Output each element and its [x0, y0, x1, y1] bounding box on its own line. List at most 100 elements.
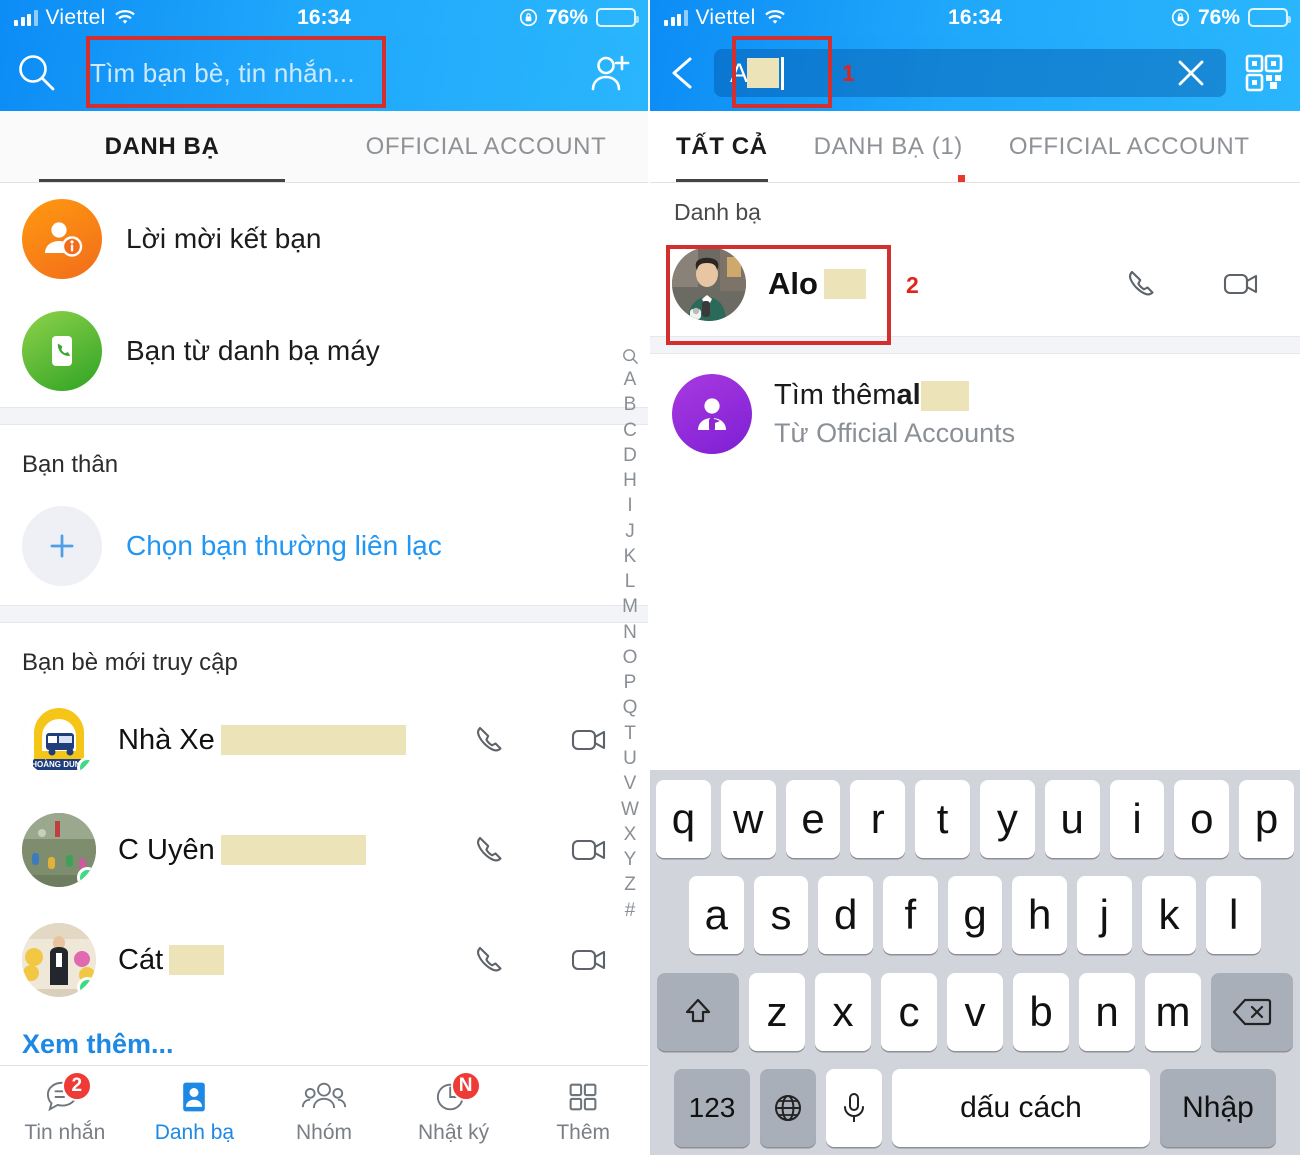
key-s[interactable]: s: [753, 876, 809, 955]
alpha-index-letter[interactable]: L: [625, 569, 636, 594]
back-chevron-icon[interactable]: [664, 52, 704, 94]
search-icon[interactable]: [16, 52, 58, 94]
tab-danh-ba[interactable]: DANH BẠ (1): [814, 111, 963, 182]
add-friend-icon[interactable]: [588, 51, 632, 95]
alpha-index-letter[interactable]: U: [623, 746, 637, 771]
contact-row[interactable]: HOÀNG DUNG Nhà Xe: [0, 685, 648, 795]
key-w[interactable]: w: [720, 780, 776, 858]
key-k[interactable]: k: [1141, 876, 1197, 955]
nav-item-more[interactable]: Thêm: [518, 1077, 648, 1145]
alpha-index-letter[interactable]: X: [624, 822, 637, 847]
alpha-index-letter[interactable]: Y: [624, 847, 637, 872]
phone-icon[interactable]: [1124, 267, 1166, 301]
key-x[interactable]: x: [815, 972, 871, 1051]
key-i[interactable]: i: [1109, 780, 1165, 858]
key-m[interactable]: m: [1145, 972, 1201, 1051]
key-v[interactable]: v: [947, 972, 1003, 1051]
alpha-index-letter[interactable]: V: [624, 771, 637, 796]
key-enter[interactable]: Nhập: [1160, 1068, 1276, 1147]
key-r[interactable]: r: [850, 780, 906, 858]
microphone-icon[interactable]: [826, 1068, 882, 1147]
key-u[interactable]: u: [1044, 780, 1100, 858]
official-account-search-row[interactable]: Tìm thêm al Từ Official Accounts: [650, 354, 1300, 474]
shift-icon[interactable]: [657, 972, 739, 1051]
alpha-index-letter[interactable]: B: [624, 392, 637, 417]
key-d[interactable]: d: [818, 876, 873, 955]
key-h[interactable]: h: [1012, 876, 1068, 955]
contact-row[interactable]: Cát: [0, 905, 648, 1015]
close-x-icon[interactable]: [1172, 54, 1210, 92]
online-status-dot: [77, 977, 96, 997]
tab-danh-ba[interactable]: DANH BẠ: [0, 111, 324, 182]
alpha-index-letter[interactable]: Z: [624, 872, 636, 897]
video-camera-icon[interactable]: [1220, 267, 1262, 301]
key-c[interactable]: c: [881, 972, 937, 1051]
video-camera-icon[interactable]: [568, 833, 610, 867]
key-o[interactable]: o: [1174, 780, 1230, 858]
search-icon[interactable]: [622, 348, 639, 365]
alpha-index-letter[interactable]: D: [623, 443, 637, 468]
globe-icon[interactable]: [760, 1068, 816, 1147]
phone-icon[interactable]: [472, 723, 514, 757]
alpha-index-letter[interactable]: M: [622, 594, 638, 619]
contact-result-row[interactable]: Alo: [650, 232, 1300, 336]
alpha-index-letter[interactable]: T: [624, 721, 636, 746]
key-l[interactable]: l: [1206, 876, 1262, 955]
search-input[interactable]: Tìm bạn bè, tin nhắn...: [72, 58, 574, 89]
backspace-icon[interactable]: [1211, 972, 1293, 1051]
tab-label: TẤT CẢ: [676, 132, 768, 160]
alpha-index-letter[interactable]: W: [621, 797, 639, 822]
alpha-index-letter[interactable]: K: [624, 544, 637, 569]
video-camera-icon[interactable]: [568, 723, 610, 757]
tab-official-account[interactable]: OFFICIAL ACCOUNT: [324, 111, 648, 182]
redacted-query-part: [747, 58, 780, 88]
key-q[interactable]: q: [656, 780, 711, 858]
alpha-index-letter[interactable]: C: [623, 418, 637, 443]
key-space[interactable]: dấu cách: [892, 1068, 1150, 1147]
alpha-index-letter[interactable]: I: [627, 493, 632, 518]
alpha-index-letter[interactable]: P: [624, 670, 637, 695]
nav-item-diary[interactable]: N Nhật ký: [389, 1070, 519, 1145]
redacted-name-part: [220, 725, 406, 755]
contact-row[interactable]: C Uyên: [0, 795, 648, 905]
status-bar-right: Viettel 16:34 76%: [650, 0, 1300, 35]
contact-name-text: C Uyên: [118, 833, 215, 866]
key-j[interactable]: j: [1077, 876, 1132, 955]
key-g[interactable]: g: [947, 876, 1003, 955]
key-e[interactable]: e: [785, 780, 841, 858]
phone-icon[interactable]: [472, 833, 514, 867]
video-camera-icon[interactable]: [568, 943, 610, 977]
key-a[interactable]: a: [688, 876, 744, 955]
alpha-index-letter[interactable]: J: [625, 519, 635, 544]
menu-item-friend-requests[interactable]: Lời mời kết bạn: [0, 183, 648, 295]
redacted-name-part: [169, 945, 225, 975]
alpha-index-letter[interactable]: O: [623, 645, 638, 670]
phone-icon[interactable]: [472, 943, 514, 977]
tab-official-account[interactable]: OFFICIAL ACCOUNT: [1009, 111, 1250, 182]
key-f[interactable]: f: [883, 876, 938, 955]
key-b[interactable]: b: [1013, 972, 1069, 1051]
key-y[interactable]: y: [980, 780, 1035, 858]
alpha-index-letter[interactable]: A: [624, 367, 637, 392]
contact-name: Cát: [118, 944, 225, 977]
key-p[interactable]: p: [1239, 780, 1294, 858]
qr-code-icon[interactable]: [1242, 51, 1286, 95]
nav-item-messages[interactable]: 2 Tin nhắn: [0, 1070, 130, 1145]
alpha-index-letter[interactable]: Q: [623, 695, 638, 720]
nav-item-contacts[interactable]: Danh bạ: [130, 1077, 260, 1145]
search-input[interactable]: Alo: [714, 49, 1226, 97]
tab-tat-ca[interactable]: TẤT CẢ: [676, 111, 768, 182]
key-z[interactable]: z: [749, 972, 805, 1051]
result-divider: [650, 336, 1300, 354]
alpha-index-letter[interactable]: #: [625, 898, 636, 923]
nav-item-groups[interactable]: Nhóm: [259, 1077, 389, 1145]
alpha-index-letter[interactable]: N: [623, 620, 637, 645]
add-favorite-contact-row[interactable]: Chọn bạn thường liên lạc: [0, 487, 648, 605]
menu-item-phonebook-friends[interactable]: Bạn từ danh bạ máy: [0, 295, 648, 407]
key-n[interactable]: n: [1079, 972, 1135, 1051]
alphabet-index-scrollbar[interactable]: A B C D H I J K L M N O P Q T U V W X Y …: [616, 348, 644, 923]
key-t[interactable]: t: [915, 780, 970, 858]
key-numbers[interactable]: 123: [674, 1068, 750, 1147]
nav-label: Thêm: [556, 1120, 611, 1144]
alpha-index-letter[interactable]: H: [623, 468, 637, 493]
